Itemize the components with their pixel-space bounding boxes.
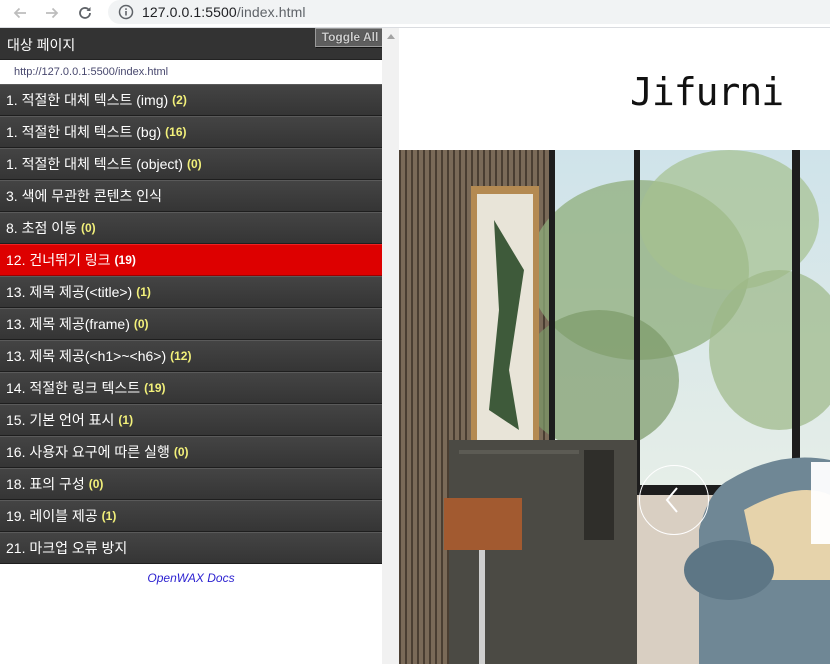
check-item[interactable]: 1. 적절한 대체 텍스트 (object) (0) xyxy=(0,148,382,180)
target-url: http://127.0.0.1:5500/index.html xyxy=(0,61,382,84)
reload-button[interactable] xyxy=(74,2,96,24)
scroll-up-arrow-icon[interactable] xyxy=(387,34,395,39)
check-item-label: 19. 레이블 제공 xyxy=(6,508,98,524)
check-item-label: 1. 적절한 대체 텍스트 (img) xyxy=(6,92,169,108)
toggle-all-button[interactable]: Toggle All xyxy=(315,28,385,47)
sidebar-title: 대상 페이지 xyxy=(7,37,76,53)
check-item-label: 12. 건너뛰기 링크 xyxy=(6,252,111,268)
check-item[interactable]: 1. 적절한 대체 텍스트 (img) (2) xyxy=(0,84,382,116)
info-icon[interactable] xyxy=(118,4,134,20)
check-item-count: (1) xyxy=(136,285,151,299)
openwax-docs-link[interactable]: OpenWAX Docs xyxy=(0,571,382,585)
check-item[interactable]: 21. 마크업 오류 방지 xyxy=(0,532,382,564)
check-item[interactable]: 18. 표의 구성 (0) xyxy=(0,468,382,500)
check-item[interactable]: 16. 사용자 요구에 따른 실행 (0) xyxy=(0,436,382,468)
page-viewport: Jifurni xyxy=(399,28,830,664)
check-item[interactable]: 15. 기본 언어 표시 (1) xyxy=(0,404,382,436)
check-item[interactable]: 3. 색에 무관한 콘텐츠 인식 xyxy=(0,180,382,212)
check-item[interactable]: 13. 제목 제공(<title>) (1) xyxy=(0,276,382,308)
forward-button[interactable] xyxy=(41,2,63,24)
hero-slider xyxy=(399,150,830,664)
chevron-left-icon xyxy=(665,487,678,513)
check-item-count: (12) xyxy=(170,349,192,363)
check-item-label: 1. 적절한 대체 텍스트 (object) xyxy=(6,156,183,172)
address-url: 127.0.0.1:5500/index.html xyxy=(142,4,306,20)
check-item-label: 18. 표의 구성 xyxy=(6,476,85,492)
forward-arrow-icon xyxy=(46,7,59,19)
check-item-count: (2) xyxy=(172,93,187,107)
site-logo[interactable]: Jifurni xyxy=(630,70,784,114)
back-button[interactable] xyxy=(9,2,31,24)
check-item-label: 13. 제목 제공(<h1>~<h6>) xyxy=(6,348,167,364)
check-item-label: 13. 제목 제공(<title>) xyxy=(6,284,133,300)
check-item-label: 21. 마크업 오류 방지 xyxy=(6,540,128,556)
reload-icon xyxy=(79,7,91,19)
back-arrow-icon xyxy=(13,7,26,19)
check-item[interactable]: 1. 적절한 대체 텍스트 (bg) (16) xyxy=(0,116,382,148)
check-item-count: (0) xyxy=(173,445,189,459)
check-item-label: 1. 적절한 대체 텍스트 (bg) xyxy=(6,124,162,140)
check-item-count: (0) xyxy=(133,317,149,331)
address-bar[interactable]: 127.0.0.1:5500/index.html xyxy=(108,0,830,24)
check-item[interactable]: 19. 레이블 제공 (1) xyxy=(0,500,382,532)
check-item-count: (0) xyxy=(88,477,104,491)
check-item-count: (1) xyxy=(118,413,134,427)
check-item-label: 3. 색에 무관한 콘텐츠 인식 xyxy=(6,188,163,204)
browser-toolbar: 127.0.0.1:5500/index.html xyxy=(0,0,830,28)
slider-prev-button[interactable] xyxy=(639,465,709,535)
check-item-label: 14. 적절한 링크 텍스트 xyxy=(6,380,141,396)
openwax-sidebar: 대상 페이지 Toggle All http://127.0.0.1:5500/… xyxy=(0,28,385,664)
check-item-label: 15. 기본 언어 표시 xyxy=(6,412,115,428)
check-item[interactable]: 13. 제목 제공(<h1>~<h6>) (12) xyxy=(0,340,382,372)
url-path: /index.html xyxy=(236,4,306,20)
check-item-label: 13. 제목 제공(frame) xyxy=(6,316,130,332)
check-item-label: 16. 사용자 요구에 따른 실행 xyxy=(6,444,170,460)
check-item[interactable]: 14. 적절한 링크 텍스트 (19) xyxy=(0,372,382,404)
check-item-count: (1) xyxy=(101,509,117,523)
check-item-count: (19) xyxy=(144,381,166,395)
hero-image xyxy=(399,150,830,664)
target-url-text: http://127.0.0.1:5500/index.html xyxy=(14,66,169,78)
check-item-label: 8. 초점 이동 xyxy=(6,220,77,236)
check-item-list: 1. 적절한 대체 텍스트 (img) (2) 1. 적절한 대체 텍스트 (bg)… xyxy=(0,84,382,564)
check-item-count: (0) xyxy=(80,221,96,235)
check-item[interactable]: 12. 건너뛰기 링크 (19) xyxy=(0,244,382,276)
check-item[interactable]: 13. 제목 제공(frame) (0) xyxy=(0,308,382,340)
url-host: 127.0.0.1:5500 xyxy=(142,4,237,20)
check-item-count: (19) xyxy=(114,253,136,267)
check-item[interactable]: 8. 초점 이동 (0) xyxy=(0,212,382,244)
check-item-count: (16) xyxy=(165,125,187,139)
check-item-count: (0) xyxy=(186,157,202,171)
sidebar-scrollbar[interactable] xyxy=(382,28,399,664)
